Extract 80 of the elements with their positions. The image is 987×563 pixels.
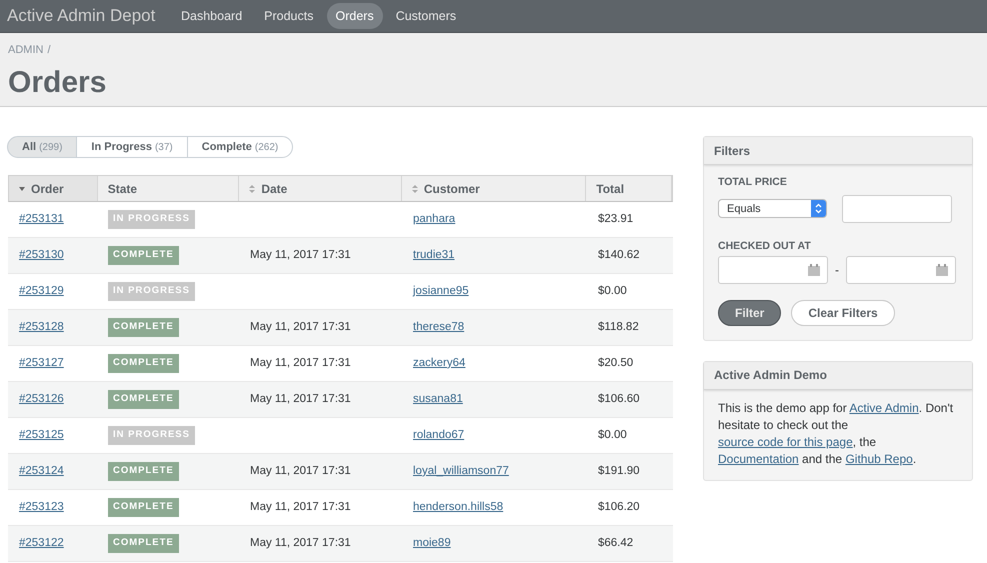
- order-link[interactable]: #253124: [19, 462, 64, 480]
- customer-link[interactable]: zackery64: [413, 354, 466, 372]
- calendar-icon: [808, 264, 820, 276]
- date-input[interactable]: [718, 256, 828, 284]
- status-badge: COMPLETE: [108, 318, 179, 337]
- order-link[interactable]: #253131: [19, 210, 64, 228]
- nav-tab[interactable]: Products: [255, 2, 322, 30]
- date-cell-text: May 11, 2017 17:31: [250, 536, 351, 551]
- order-link[interactable]: #253126: [19, 390, 64, 408]
- demo-link[interactable]: Active Admin: [849, 400, 919, 414]
- total-cell-text: $191.90: [598, 464, 640, 479]
- demo-link[interactable]: Documentation: [718, 452, 799, 466]
- dropdown-icon: [815, 203, 822, 214]
- breadcrumb-separator: /: [47, 43, 51, 58]
- date-cell-text: May 11, 2017 17:31: [250, 464, 351, 479]
- order-link[interactable]: #253122: [19, 534, 64, 552]
- nav-tab[interactable]: Customers: [386, 2, 466, 30]
- column-label: Total: [596, 180, 624, 198]
- customer-link[interactable]: trudie31: [413, 246, 455, 264]
- total-cell-text: $66.42: [598, 536, 634, 551]
- price-input[interactable]: [842, 194, 952, 223]
- sort-icon: [412, 184, 418, 192]
- order-link[interactable]: #253129: [19, 282, 64, 300]
- date-cell-text: May 11, 2017 17:31: [250, 320, 351, 335]
- order-link[interactable]: #253127: [19, 354, 64, 372]
- page-title: Orders: [8, 64, 108, 100]
- panel-title: Active Admin Demo: [714, 367, 827, 384]
- filter-button[interactable]: Filter: [718, 300, 782, 326]
- site-title: Active Admin Depot: [6, 5, 156, 28]
- column-label: State: [108, 180, 138, 198]
- total-cell-text: $140.62: [598, 248, 640, 263]
- scope-tab[interactable]: In Progress (37): [76, 136, 188, 158]
- date-cell-text: May 11, 2017 17:31: [250, 500, 351, 515]
- order-link[interactable]: #253125: [19, 426, 64, 444]
- date-cell-text: May 11, 2017 17:31: [250, 248, 351, 263]
- status-badge: COMPLETE: [108, 462, 179, 481]
- status-badge: COMPLETE: [108, 390, 179, 409]
- customer-link[interactable]: josianne95: [413, 282, 469, 300]
- order-link[interactable]: #253123: [19, 498, 64, 516]
- customer-link[interactable]: panhara: [413, 210, 456, 228]
- status-badge: COMPLETE: [108, 498, 179, 517]
- field-label: CHECKED OUT AT: [718, 238, 812, 254]
- field-label: TOTAL PRICE: [718, 175, 788, 190]
- total-cell-text: $0.00: [598, 428, 627, 443]
- total-cell-text: $0.00: [598, 284, 627, 299]
- demo-link[interactable]: Github Repo: [845, 452, 913, 466]
- customer-link[interactable]: henderson.hills58: [413, 498, 504, 516]
- customer-link[interactable]: therese78: [413, 318, 464, 336]
- demo-paragraph: This is the demo app for Active Admin. Don't hesitate to check out the source code for this page, the Documentation and the Github Repo.: [717, 400, 954, 468]
- status-badge: COMPLETE: [108, 354, 179, 373]
- total-cell-text: $23.91: [598, 212, 634, 227]
- total-cell-text: $106.60: [598, 392, 640, 407]
- date-input[interactable]: [846, 256, 956, 284]
- demo-link[interactable]: source code for this page: [718, 434, 853, 448]
- clear-filters-button[interactable]: Clear Filters: [791, 300, 895, 326]
- range-separator: -: [834, 262, 840, 278]
- scope-tab[interactable]: Complete (262): [186, 136, 294, 158]
- sort-arrow-icon: [19, 186, 25, 190]
- nav-tab[interactable]: Dashboard: [172, 2, 252, 30]
- order-link[interactable]: #253128: [19, 318, 64, 336]
- status-badge: COMPLETE: [108, 246, 179, 265]
- order-link[interactable]: #253130: [19, 246, 64, 264]
- column-label[interactable]: Customer: [424, 180, 480, 198]
- customer-link[interactable]: moie89: [413, 534, 451, 552]
- customer-link[interactable]: loyal_williamson77: [413, 462, 509, 480]
- panel-title: Filters: [714, 142, 750, 160]
- date-cell-text: May 11, 2017 17:31: [250, 392, 351, 407]
- column-label[interactable]: Date: [261, 180, 288, 198]
- customer-link[interactable]: susana81: [413, 390, 463, 408]
- total-cell-text: $20.50: [598, 356, 634, 371]
- status-badge: COMPLETE: [108, 534, 179, 553]
- operator-select[interactable]: Equals: [718, 199, 827, 218]
- nav-tab[interactable]: Orders: [326, 2, 383, 30]
- total-cell-text: $106.20: [598, 500, 640, 515]
- calendar-icon: [936, 264, 948, 276]
- customer-link[interactable]: rolando67: [413, 426, 464, 444]
- sort-icon: [249, 184, 256, 192]
- date-cell-text: May 11, 2017 17:31: [250, 356, 351, 371]
- scope-tab[interactable]: All (299): [7, 136, 78, 158]
- total-cell-text: $118.82: [598, 320, 639, 335]
